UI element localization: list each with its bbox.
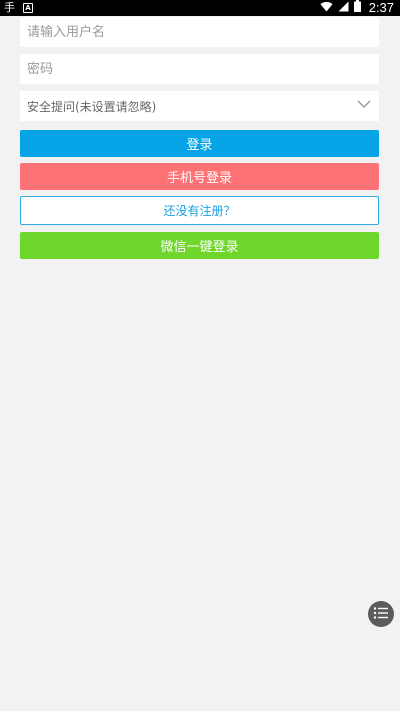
- status-right-icons: 2:37: [320, 0, 394, 16]
- wifi-icon: [320, 1, 333, 16]
- status-bar: 手 A 2:37: [0, 0, 400, 16]
- login-button[interactable]: 登录: [20, 130, 379, 157]
- chevron-down-icon: [356, 96, 372, 116]
- password-field[interactable]: [20, 54, 379, 84]
- phone-login-button[interactable]: 手机号登录: [20, 163, 379, 190]
- password-input[interactable]: [20, 54, 379, 84]
- phone-login-button-label: 手机号登录: [166, 171, 232, 186]
- list-menu-icon: [373, 605, 389, 624]
- username-field[interactable]: [20, 17, 379, 47]
- signal-icon: [338, 1, 349, 16]
- notification-a-icon: A: [23, 3, 33, 13]
- floating-menu-button[interactable]: [368, 601, 394, 627]
- battery-icon: [353, 0, 361, 16]
- wechat-login-button-label: 微信一键登录: [160, 240, 239, 255]
- wechat-login-button[interactable]: 微信一键登录: [20, 232, 379, 259]
- register-button-label: 还没有注册？: [163, 204, 236, 218]
- register-button[interactable]: 还没有注册？: [20, 196, 379, 225]
- notification-app-icon: 手: [4, 1, 15, 14]
- clock-time: 2:37: [368, 0, 394, 15]
- username-input[interactable]: [20, 17, 379, 47]
- security-question-select[interactable]: 安全提问(未设置请忽略): [20, 91, 379, 121]
- security-question-value: 安全提问(未设置请忽略): [27, 99, 157, 114]
- login-button-label: 登录: [186, 138, 213, 153]
- status-left-icons: 手 A: [4, 1, 33, 15]
